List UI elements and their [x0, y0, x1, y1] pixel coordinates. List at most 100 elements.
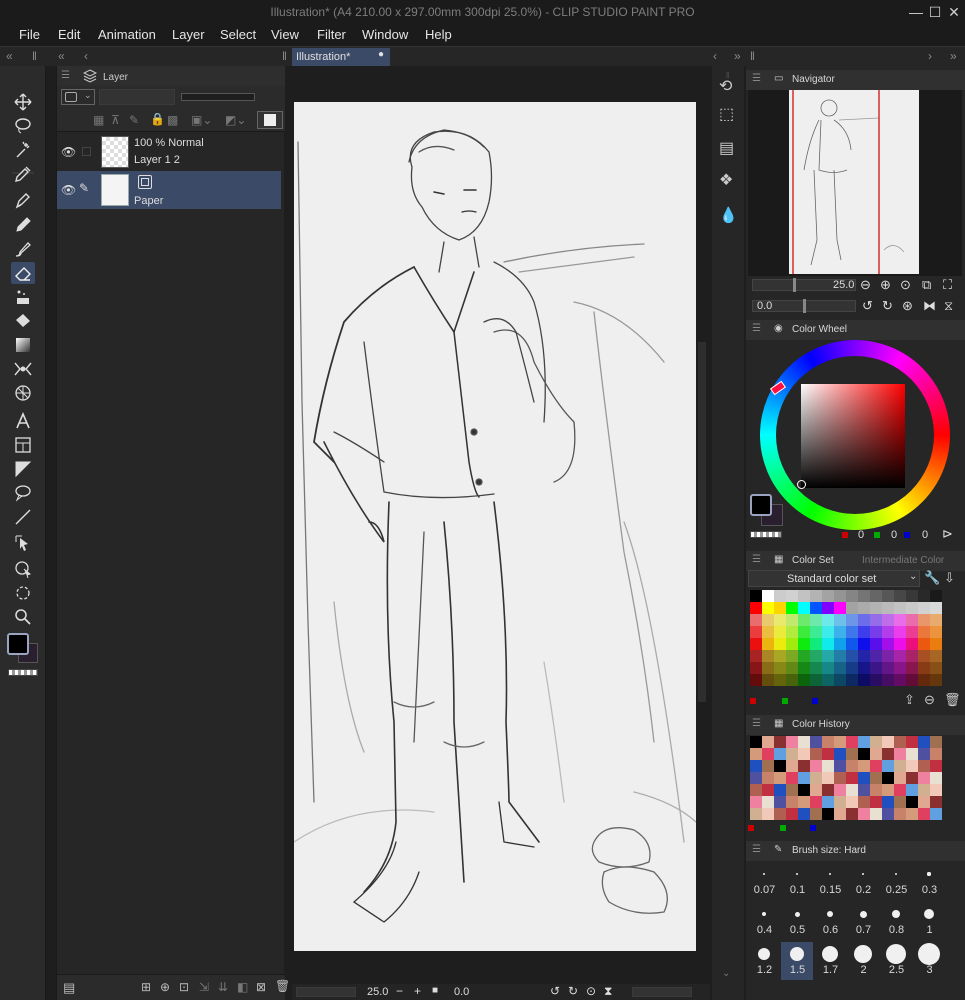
history-swatch[interactable] — [834, 796, 846, 808]
color-swatch[interactable] — [834, 638, 846, 650]
color-swatch[interactable] — [774, 662, 786, 674]
history-swatch[interactable] — [930, 784, 942, 796]
color-swatch[interactable] — [786, 638, 798, 650]
expand-right-icon[interactable]: » — [734, 49, 741, 63]
close-tab-icon[interactable]: ● — [378, 49, 384, 60]
brush-size-preset[interactable]: 1.5 — [781, 942, 813, 980]
history-swatch[interactable] — [858, 772, 870, 784]
transparent-color-swatch[interactable] — [8, 669, 38, 676]
history-swatch[interactable] — [834, 772, 846, 784]
color-swatch[interactable] — [798, 662, 810, 674]
fit-icon[interactable]: ■ — [432, 985, 438, 996]
history-swatch[interactable] — [750, 772, 762, 784]
flip-icon[interactable]: ⧗ — [604, 984, 612, 999]
history-swatch[interactable] — [906, 736, 918, 748]
color-swatch[interactable] — [882, 614, 894, 626]
color-swatch[interactable] — [858, 638, 870, 650]
color-swatch[interactable] — [774, 638, 786, 650]
add-color-icon[interactable]: ⇪ — [904, 692, 915, 708]
history-swatch[interactable] — [786, 784, 798, 796]
rotate-left-icon[interactable]: ↺ — [862, 298, 873, 314]
color-swatch[interactable] — [930, 638, 942, 650]
history-swatch[interactable] — [798, 784, 810, 796]
history-swatch[interactable] — [834, 808, 846, 820]
color-swatch[interactable] — [858, 674, 870, 686]
figure-icon[interactable] — [11, 358, 35, 380]
color-swatch[interactable] — [834, 662, 846, 674]
ruler-add-icon[interactable]: ⊠ — [256, 980, 266, 994]
history-swatch[interactable] — [750, 808, 762, 820]
rotate-left-icon[interactable]: ↺ — [550, 984, 560, 998]
menu-icon[interactable]: ☰ — [752, 718, 761, 729]
color-swatch[interactable] — [918, 662, 930, 674]
history-swatch[interactable] — [798, 796, 810, 808]
color-swatch[interactable] — [930, 614, 942, 626]
history-swatch[interactable] — [822, 808, 834, 820]
color-swatch[interactable] — [810, 674, 822, 686]
history-swatch[interactable] — [846, 748, 858, 760]
color-swatch[interactable] — [774, 602, 786, 614]
color-swatch[interactable] — [822, 614, 834, 626]
actual-size-icon[interactable]: ⧉ — [922, 277, 931, 293]
history-swatch[interactable] — [918, 796, 930, 808]
history-swatch[interactable] — [798, 748, 810, 760]
brush-size-preset[interactable]: 1 — [913, 902, 945, 940]
draft-icon[interactable]: ✎ — [129, 113, 139, 127]
color-swatch[interactable] — [918, 626, 930, 638]
history-swatch[interactable] — [918, 736, 930, 748]
history-swatch[interactable] — [894, 748, 906, 760]
reset-rotation-icon[interactable]: ⊛ — [902, 298, 913, 314]
horizontal-scrollbar[interactable] — [296, 987, 356, 997]
chevron-left-icon[interactable]: ‹ — [713, 49, 717, 63]
color-swatch[interactable] — [750, 650, 762, 662]
color-swatch[interactable] — [786, 590, 798, 602]
pen-edit-icon[interactable]: ✎ — [79, 181, 89, 195]
history-swatch[interactable] — [858, 748, 870, 760]
color-swatch[interactable] — [822, 662, 834, 674]
history-swatch[interactable] — [846, 784, 858, 796]
menu-icon[interactable]: ☰ — [61, 70, 70, 81]
brush-size-preset[interactable]: 0.8 — [880, 902, 912, 940]
document-tab[interactable]: Illustration* ● — [292, 48, 390, 66]
menu-icon[interactable]: ☰ — [752, 844, 761, 855]
lock-icon[interactable]: 🔒 — [150, 112, 165, 126]
history-swatch[interactable] — [894, 772, 906, 784]
color-swatch[interactable] — [870, 614, 882, 626]
combine-icon[interactable]: ⇊ — [218, 980, 228, 994]
history-swatch[interactable] — [786, 772, 798, 784]
color-swatch[interactable] — [798, 614, 810, 626]
history-swatch[interactable] — [894, 784, 906, 796]
history-swatch[interactable] — [846, 796, 858, 808]
color-swatch[interactable] — [762, 674, 774, 686]
color-swatch[interactable] — [894, 638, 906, 650]
favorite-icon[interactable]: ⬚ — [719, 104, 734, 124]
color-swatch[interactable] — [762, 650, 774, 662]
saturation-value-square[interactable] — [797, 384, 905, 489]
history-swatch[interactable] — [762, 748, 774, 760]
new-vector-icon[interactable]: ⊕ — [160, 980, 170, 994]
color-swatch[interactable] — [798, 638, 810, 650]
color-swatch[interactable] — [894, 650, 906, 662]
line-icon[interactable] — [11, 506, 35, 528]
chevron-right-icon[interactable]: › — [928, 49, 932, 63]
color-swatch[interactable] — [870, 638, 882, 650]
history-swatch[interactable] — [834, 760, 846, 772]
reference-icon[interactable]: ⊼ — [111, 113, 120, 127]
history-swatch[interactable] — [906, 748, 918, 760]
color-swatch[interactable] — [834, 602, 846, 614]
blend-icon[interactable] — [11, 286, 35, 308]
minimize-button[interactable]: — — [906, 2, 926, 22]
history-swatch[interactable] — [822, 784, 834, 796]
history-swatch[interactable] — [930, 772, 942, 784]
history-swatch[interactable] — [882, 760, 894, 772]
magic-wand-icon[interactable] — [11, 139, 35, 161]
history-swatch[interactable] — [906, 760, 918, 772]
color-swatch[interactable] — [906, 602, 918, 614]
color-swatch[interactable] — [918, 590, 930, 602]
transparent-color-swatch[interactable] — [750, 531, 782, 538]
color-swatch[interactable] — [858, 662, 870, 674]
history-swatch[interactable] — [846, 736, 858, 748]
history-swatch[interactable] — [774, 760, 786, 772]
color-swatch[interactable] — [894, 626, 906, 638]
history-swatch[interactable] — [762, 760, 774, 772]
